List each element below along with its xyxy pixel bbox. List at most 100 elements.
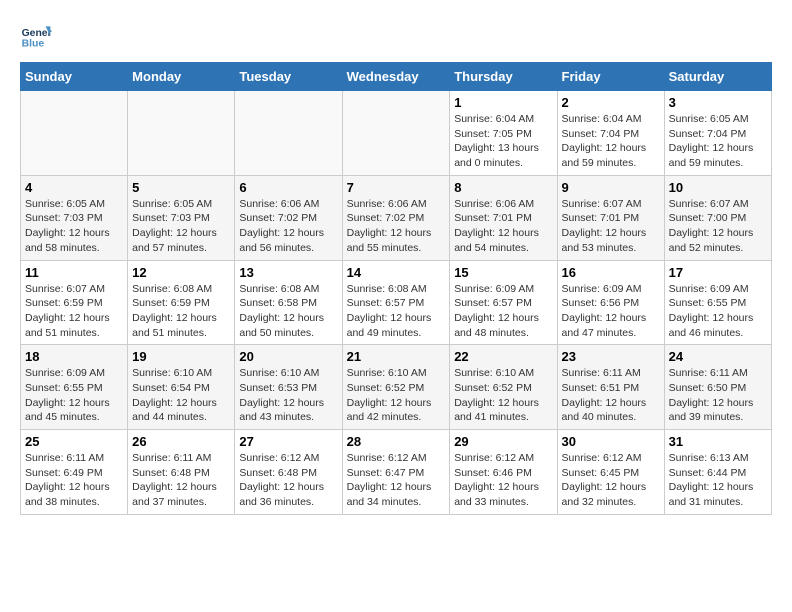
day-info: Sunrise: 6:12 AM Sunset: 6:46 PM Dayligh… [454, 451, 552, 510]
day-number: 11 [25, 265, 123, 280]
calendar-cell: 30 Sunrise: 6:12 AM Sunset: 6:45 PM Dayli… [557, 430, 664, 515]
day-info: Sunrise: 6:12 AM Sunset: 6:45 PM Dayligh… [562, 451, 660, 510]
calendar-cell: 3 Sunrise: 6:05 AM Sunset: 7:04 PM Daylig… [664, 91, 771, 176]
calendar-cell: 18 Sunrise: 6:09 AM Sunset: 6:55 PM Dayli… [21, 345, 128, 430]
day-number: 21 [347, 349, 446, 364]
calendar-cell: 7 Sunrise: 6:06 AM Sunset: 7:02 PM Daylig… [342, 175, 450, 260]
day-number: 3 [669, 95, 767, 110]
calendar-cell: 4 Sunrise: 6:05 AM Sunset: 7:03 PM Daylig… [21, 175, 128, 260]
day-number: 30 [562, 434, 660, 449]
day-info: Sunrise: 6:10 AM Sunset: 6:52 PM Dayligh… [454, 366, 552, 425]
day-info: Sunrise: 6:06 AM Sunset: 7:02 PM Dayligh… [347, 197, 446, 256]
calendar-cell: 29 Sunrise: 6:12 AM Sunset: 6:46 PM Dayli… [450, 430, 557, 515]
calendar-cell: 1 Sunrise: 6:04 AM Sunset: 7:05 PM Daylig… [450, 91, 557, 176]
calendar-cell [21, 91, 128, 176]
calendar-table: SundayMondayTuesdayWednesdayThursdayFrid… [20, 62, 772, 515]
day-info: Sunrise: 6:04 AM Sunset: 7:05 PM Dayligh… [454, 112, 552, 171]
calendar-cell: 17 Sunrise: 6:09 AM Sunset: 6:55 PM Dayli… [664, 260, 771, 345]
day-number: 9 [562, 180, 660, 195]
day-info: Sunrise: 6:07 AM Sunset: 7:01 PM Dayligh… [562, 197, 660, 256]
calendar-cell: 26 Sunrise: 6:11 AM Sunset: 6:48 PM Dayli… [128, 430, 235, 515]
day-info: Sunrise: 6:09 AM Sunset: 6:55 PM Dayligh… [25, 366, 123, 425]
day-number: 20 [239, 349, 337, 364]
day-info: Sunrise: 6:08 AM Sunset: 6:58 PM Dayligh… [239, 282, 337, 341]
day-info: Sunrise: 6:12 AM Sunset: 6:48 PM Dayligh… [239, 451, 337, 510]
calendar-cell [235, 91, 342, 176]
col-header-tuesday: Tuesday [235, 63, 342, 91]
day-number: 19 [132, 349, 230, 364]
calendar-cell: 13Sunrise: 6:08 AM Sunset: 6:58 PM Dayli… [235, 260, 342, 345]
calendar-week-2: 4 Sunrise: 6:05 AM Sunset: 7:03 PM Daylig… [21, 175, 772, 260]
calendar-week-5: 25 Sunrise: 6:11 AM Sunset: 6:49 PM Dayli… [21, 430, 772, 515]
day-number: 23 [562, 349, 660, 364]
calendar-cell: 22 Sunrise: 6:10 AM Sunset: 6:52 PM Dayli… [450, 345, 557, 430]
day-number: 8 [454, 180, 552, 195]
day-number: 25 [25, 434, 123, 449]
day-info: Sunrise: 6:10 AM Sunset: 6:52 PM Dayligh… [347, 366, 446, 425]
calendar-cell: 19Sunrise: 6:10 AM Sunset: 6:54 PM Dayli… [128, 345, 235, 430]
calendar-cell: 10 Sunrise: 6:07 AM Sunset: 7:00 PM Dayli… [664, 175, 771, 260]
calendar-cell [342, 91, 450, 176]
day-number: 10 [669, 180, 767, 195]
day-number: 6 [239, 180, 337, 195]
calendar-cell: 9 Sunrise: 6:07 AM Sunset: 7:01 PM Daylig… [557, 175, 664, 260]
col-header-thursday: Thursday [450, 63, 557, 91]
day-number: 7 [347, 180, 446, 195]
calendar-cell: 11 Sunrise: 6:07 AM Sunset: 6:59 PM Dayli… [21, 260, 128, 345]
day-info: Sunrise: 6:05 AM Sunset: 7:03 PM Dayligh… [132, 197, 230, 256]
day-number: 27 [239, 434, 337, 449]
calendar-cell: 27 Sunrise: 6:12 AM Sunset: 6:48 PM Dayli… [235, 430, 342, 515]
logo: General Blue [20, 20, 52, 52]
day-number: 22 [454, 349, 552, 364]
day-info: Sunrise: 6:04 AM Sunset: 7:04 PM Dayligh… [562, 112, 660, 171]
day-info: Sunrise: 6:10 AM Sunset: 6:53 PM Dayligh… [239, 366, 337, 425]
day-number: 4 [25, 180, 123, 195]
day-info: Sunrise: 6:05 AM Sunset: 7:03 PM Dayligh… [25, 197, 123, 256]
day-info: Sunrise: 6:12 AM Sunset: 6:47 PM Dayligh… [347, 451, 446, 510]
day-info: Sunrise: 6:07 AM Sunset: 6:59 PM Dayligh… [25, 282, 123, 341]
day-info: Sunrise: 6:08 AM Sunset: 6:59 PM Dayligh… [132, 282, 230, 341]
calendar-cell: 31 Sunrise: 6:13 AM Sunset: 6:44 PM Dayli… [664, 430, 771, 515]
day-number: 17 [669, 265, 767, 280]
day-info: Sunrise: 6:11 AM Sunset: 6:48 PM Dayligh… [132, 451, 230, 510]
calendar-cell: 6 Sunrise: 6:06 AM Sunset: 7:02 PM Daylig… [235, 175, 342, 260]
day-info: Sunrise: 6:09 AM Sunset: 6:55 PM Dayligh… [669, 282, 767, 341]
calendar-cell: 20 Sunrise: 6:10 AM Sunset: 6:53 PM Dayli… [235, 345, 342, 430]
calendar-cell: 12Sunrise: 6:08 AM Sunset: 6:59 PM Dayli… [128, 260, 235, 345]
calendar-cell: 15Sunrise: 6:09 AM Sunset: 6:57 PM Dayli… [450, 260, 557, 345]
day-number: 1 [454, 95, 552, 110]
col-header-wednesday: Wednesday [342, 63, 450, 91]
day-info: Sunrise: 6:09 AM Sunset: 6:56 PM Dayligh… [562, 282, 660, 341]
calendar-cell: 23Sunrise: 6:11 AM Sunset: 6:51 PM Dayli… [557, 345, 664, 430]
col-header-friday: Friday [557, 63, 664, 91]
col-header-sunday: Sunday [21, 63, 128, 91]
day-number: 29 [454, 434, 552, 449]
day-number: 14 [347, 265, 446, 280]
day-info: Sunrise: 6:09 AM Sunset: 6:57 PM Dayligh… [454, 282, 552, 341]
day-info: Sunrise: 6:08 AM Sunset: 6:57 PM Dayligh… [347, 282, 446, 341]
calendar-cell: 8 Sunrise: 6:06 AM Sunset: 7:01 PM Daylig… [450, 175, 557, 260]
day-number: 28 [347, 434, 446, 449]
day-info: Sunrise: 6:13 AM Sunset: 6:44 PM Dayligh… [669, 451, 767, 510]
logo-icon: General Blue [20, 20, 52, 52]
calendar-cell: 24Sunrise: 6:11 AM Sunset: 6:50 PM Dayli… [664, 345, 771, 430]
day-info: Sunrise: 6:11 AM Sunset: 6:49 PM Dayligh… [25, 451, 123, 510]
calendar-cell [128, 91, 235, 176]
calendar-week-3: 11 Sunrise: 6:07 AM Sunset: 6:59 PM Dayli… [21, 260, 772, 345]
day-info: Sunrise: 6:07 AM Sunset: 7:00 PM Dayligh… [669, 197, 767, 256]
day-number: 16 [562, 265, 660, 280]
svg-text:Blue: Blue [22, 38, 45, 49]
calendar-cell: 21 Sunrise: 6:10 AM Sunset: 6:52 PM Dayli… [342, 345, 450, 430]
day-number: 18 [25, 349, 123, 364]
day-info: Sunrise: 6:06 AM Sunset: 7:01 PM Dayligh… [454, 197, 552, 256]
col-header-monday: Monday [128, 63, 235, 91]
day-number: 2 [562, 95, 660, 110]
calendar-cell: 5Sunrise: 6:05 AM Sunset: 7:03 PM Daylig… [128, 175, 235, 260]
day-number: 26 [132, 434, 230, 449]
day-info: Sunrise: 6:06 AM Sunset: 7:02 PM Dayligh… [239, 197, 337, 256]
day-info: Sunrise: 6:05 AM Sunset: 7:04 PM Dayligh… [669, 112, 767, 171]
calendar-cell: 16 Sunrise: 6:09 AM Sunset: 6:56 PM Dayli… [557, 260, 664, 345]
day-info: Sunrise: 6:11 AM Sunset: 6:50 PM Dayligh… [669, 366, 767, 425]
calendar-cell: 14 Sunrise: 6:08 AM Sunset: 6:57 PM Dayli… [342, 260, 450, 345]
day-number: 31 [669, 434, 767, 449]
